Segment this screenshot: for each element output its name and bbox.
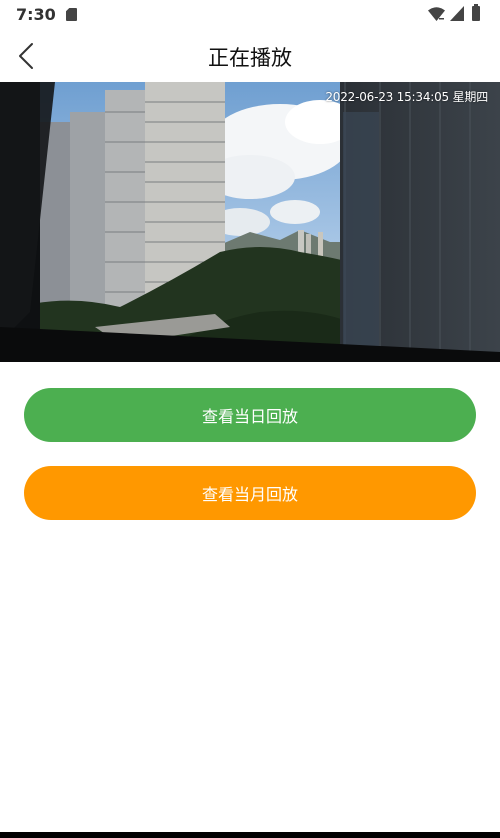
app-header: 正在播放	[0, 30, 500, 82]
sd-card-icon	[66, 8, 77, 21]
view-day-playback-button[interactable]: 查看当日回放	[24, 388, 476, 442]
battery-icon	[472, 4, 480, 21]
view-month-playback-button[interactable]: 查看当月回放	[24, 466, 476, 520]
signal-icon	[450, 6, 464, 21]
status-bar: 7:30	[0, 0, 500, 30]
video-timestamp: 2022-06-23 15:34:05 星期四	[325, 90, 488, 104]
status-time: 7:30	[16, 5, 56, 24]
camera-feed-image	[0, 82, 500, 362]
wifi-icon	[428, 7, 445, 21]
page-title: 正在播放	[208, 46, 292, 70]
video-player[interactable]: 2022-06-23 15:34:05 星期四	[0, 82, 500, 362]
navigation-bar	[0, 832, 500, 838]
